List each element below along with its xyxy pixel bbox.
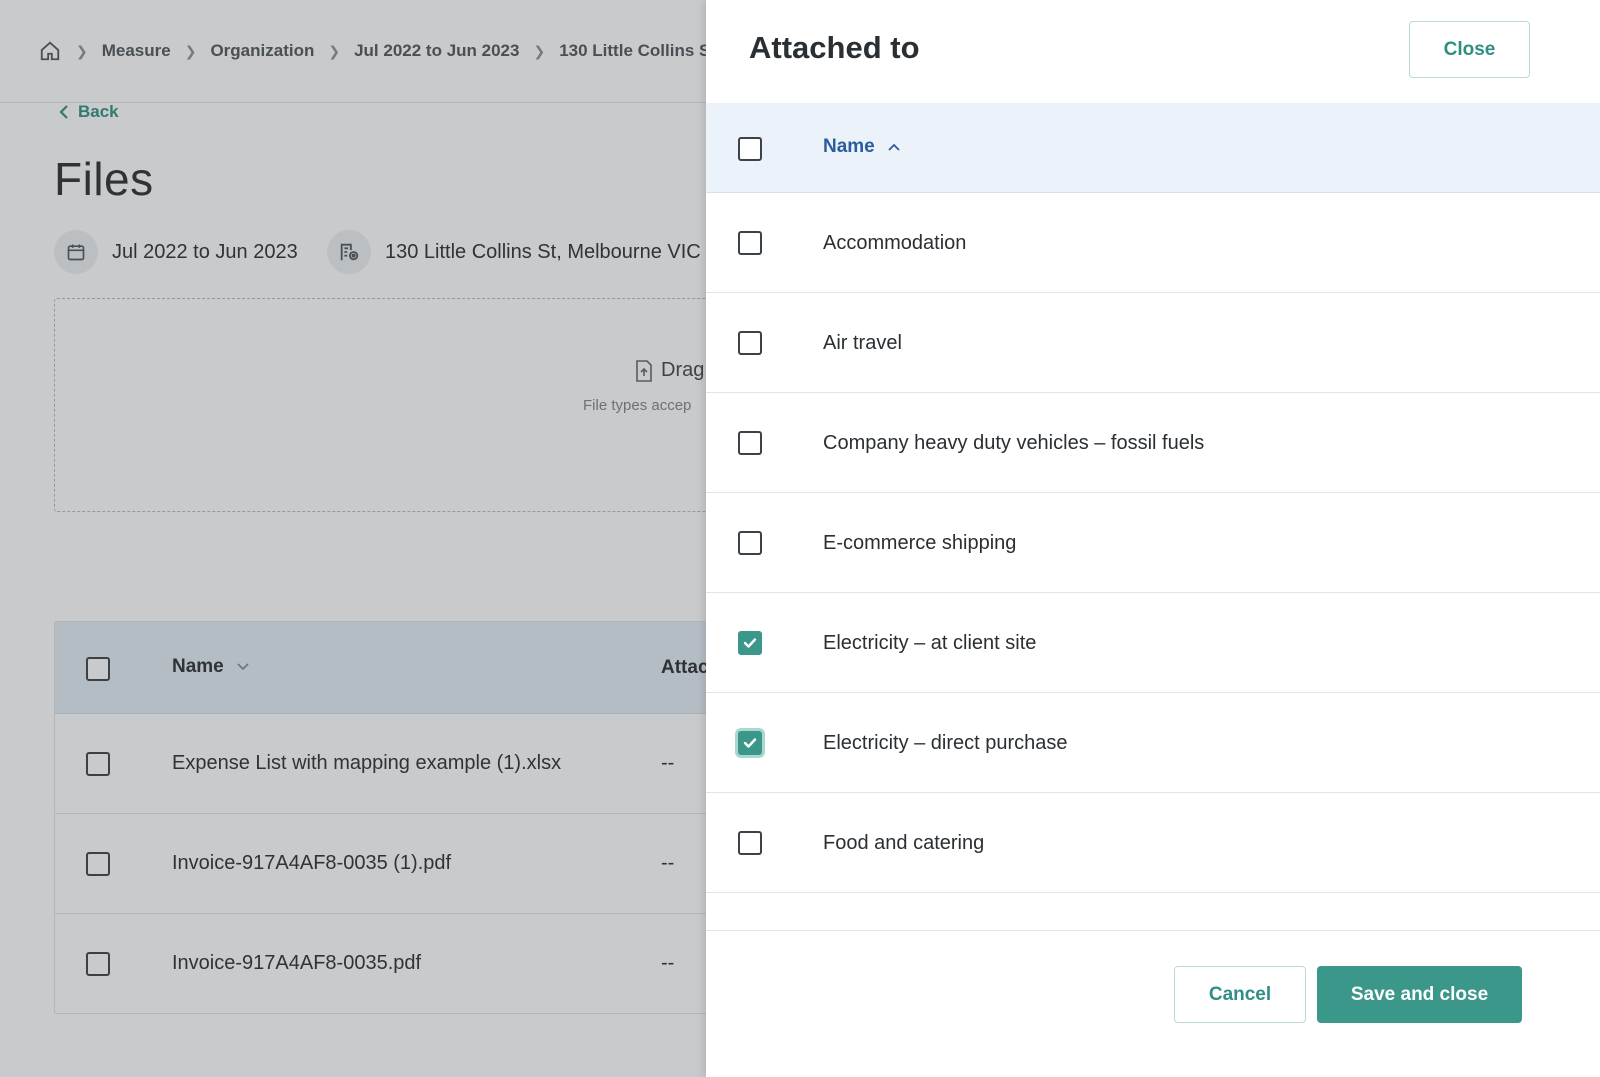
checkmark-icon [743, 638, 757, 648]
panel-title: Attached to [749, 30, 920, 65]
item-label[interactable]: E-commerce shipping [823, 532, 1016, 555]
name-sort-header[interactable]: Name [823, 136, 901, 158]
attachment-list: Accommodation Air travel Company heavy dut… [706, 193, 1600, 931]
checkmark-icon [743, 738, 757, 748]
list-item[interactable]: Air travel [706, 293, 1600, 393]
modal-backdrop[interactable] [0, 0, 706, 1077]
list-item[interactable]: Company heavy duty vehicles – fossil fue… [706, 393, 1600, 493]
close-button[interactable]: Close [1409, 21, 1530, 78]
list-item[interactable]: Electricity – direct purchase [706, 693, 1600, 793]
item-label[interactable]: Electricity – at client site [823, 632, 1036, 655]
item-label[interactable]: Air travel [823, 332, 902, 355]
item-checkbox[interactable] [738, 831, 762, 855]
list-item[interactable]: Accommodation [706, 193, 1600, 293]
list-item[interactable]: Food and catering [706, 793, 1600, 893]
item-checkbox[interactable] [738, 431, 762, 455]
item-checkbox[interactable] [738, 231, 762, 255]
item-label[interactable]: Electricity – direct purchase [823, 732, 1068, 755]
item-label[interactable]: Accommodation [823, 232, 966, 255]
item-checkbox[interactable] [738, 531, 762, 555]
item-checkbox[interactable] [738, 631, 762, 655]
cancel-button[interactable]: Cancel [1174, 966, 1306, 1023]
list-item[interactable]: Electricity – at client site [706, 593, 1600, 693]
list-header: Name [706, 103, 1600, 193]
save-and-close-button[interactable]: Save and close [1317, 966, 1522, 1023]
item-label[interactable]: Food and catering [823, 832, 984, 855]
item-checkbox[interactable] [738, 331, 762, 355]
item-checkbox[interactable] [738, 731, 762, 755]
chevron-up-icon [888, 143, 900, 151]
item-label[interactable]: Company heavy duty vehicles – fossil fue… [823, 432, 1204, 455]
attached-to-panel: Attached to Close Name Accommodation Air … [706, 0, 1600, 1077]
name-sort-label: Name [823, 136, 875, 157]
panel-footer: Cancel Save and close [706, 930, 1600, 1077]
list-item[interactable]: E-commerce shipping [706, 493, 1600, 593]
select-all-checkbox[interactable] [738, 137, 762, 161]
